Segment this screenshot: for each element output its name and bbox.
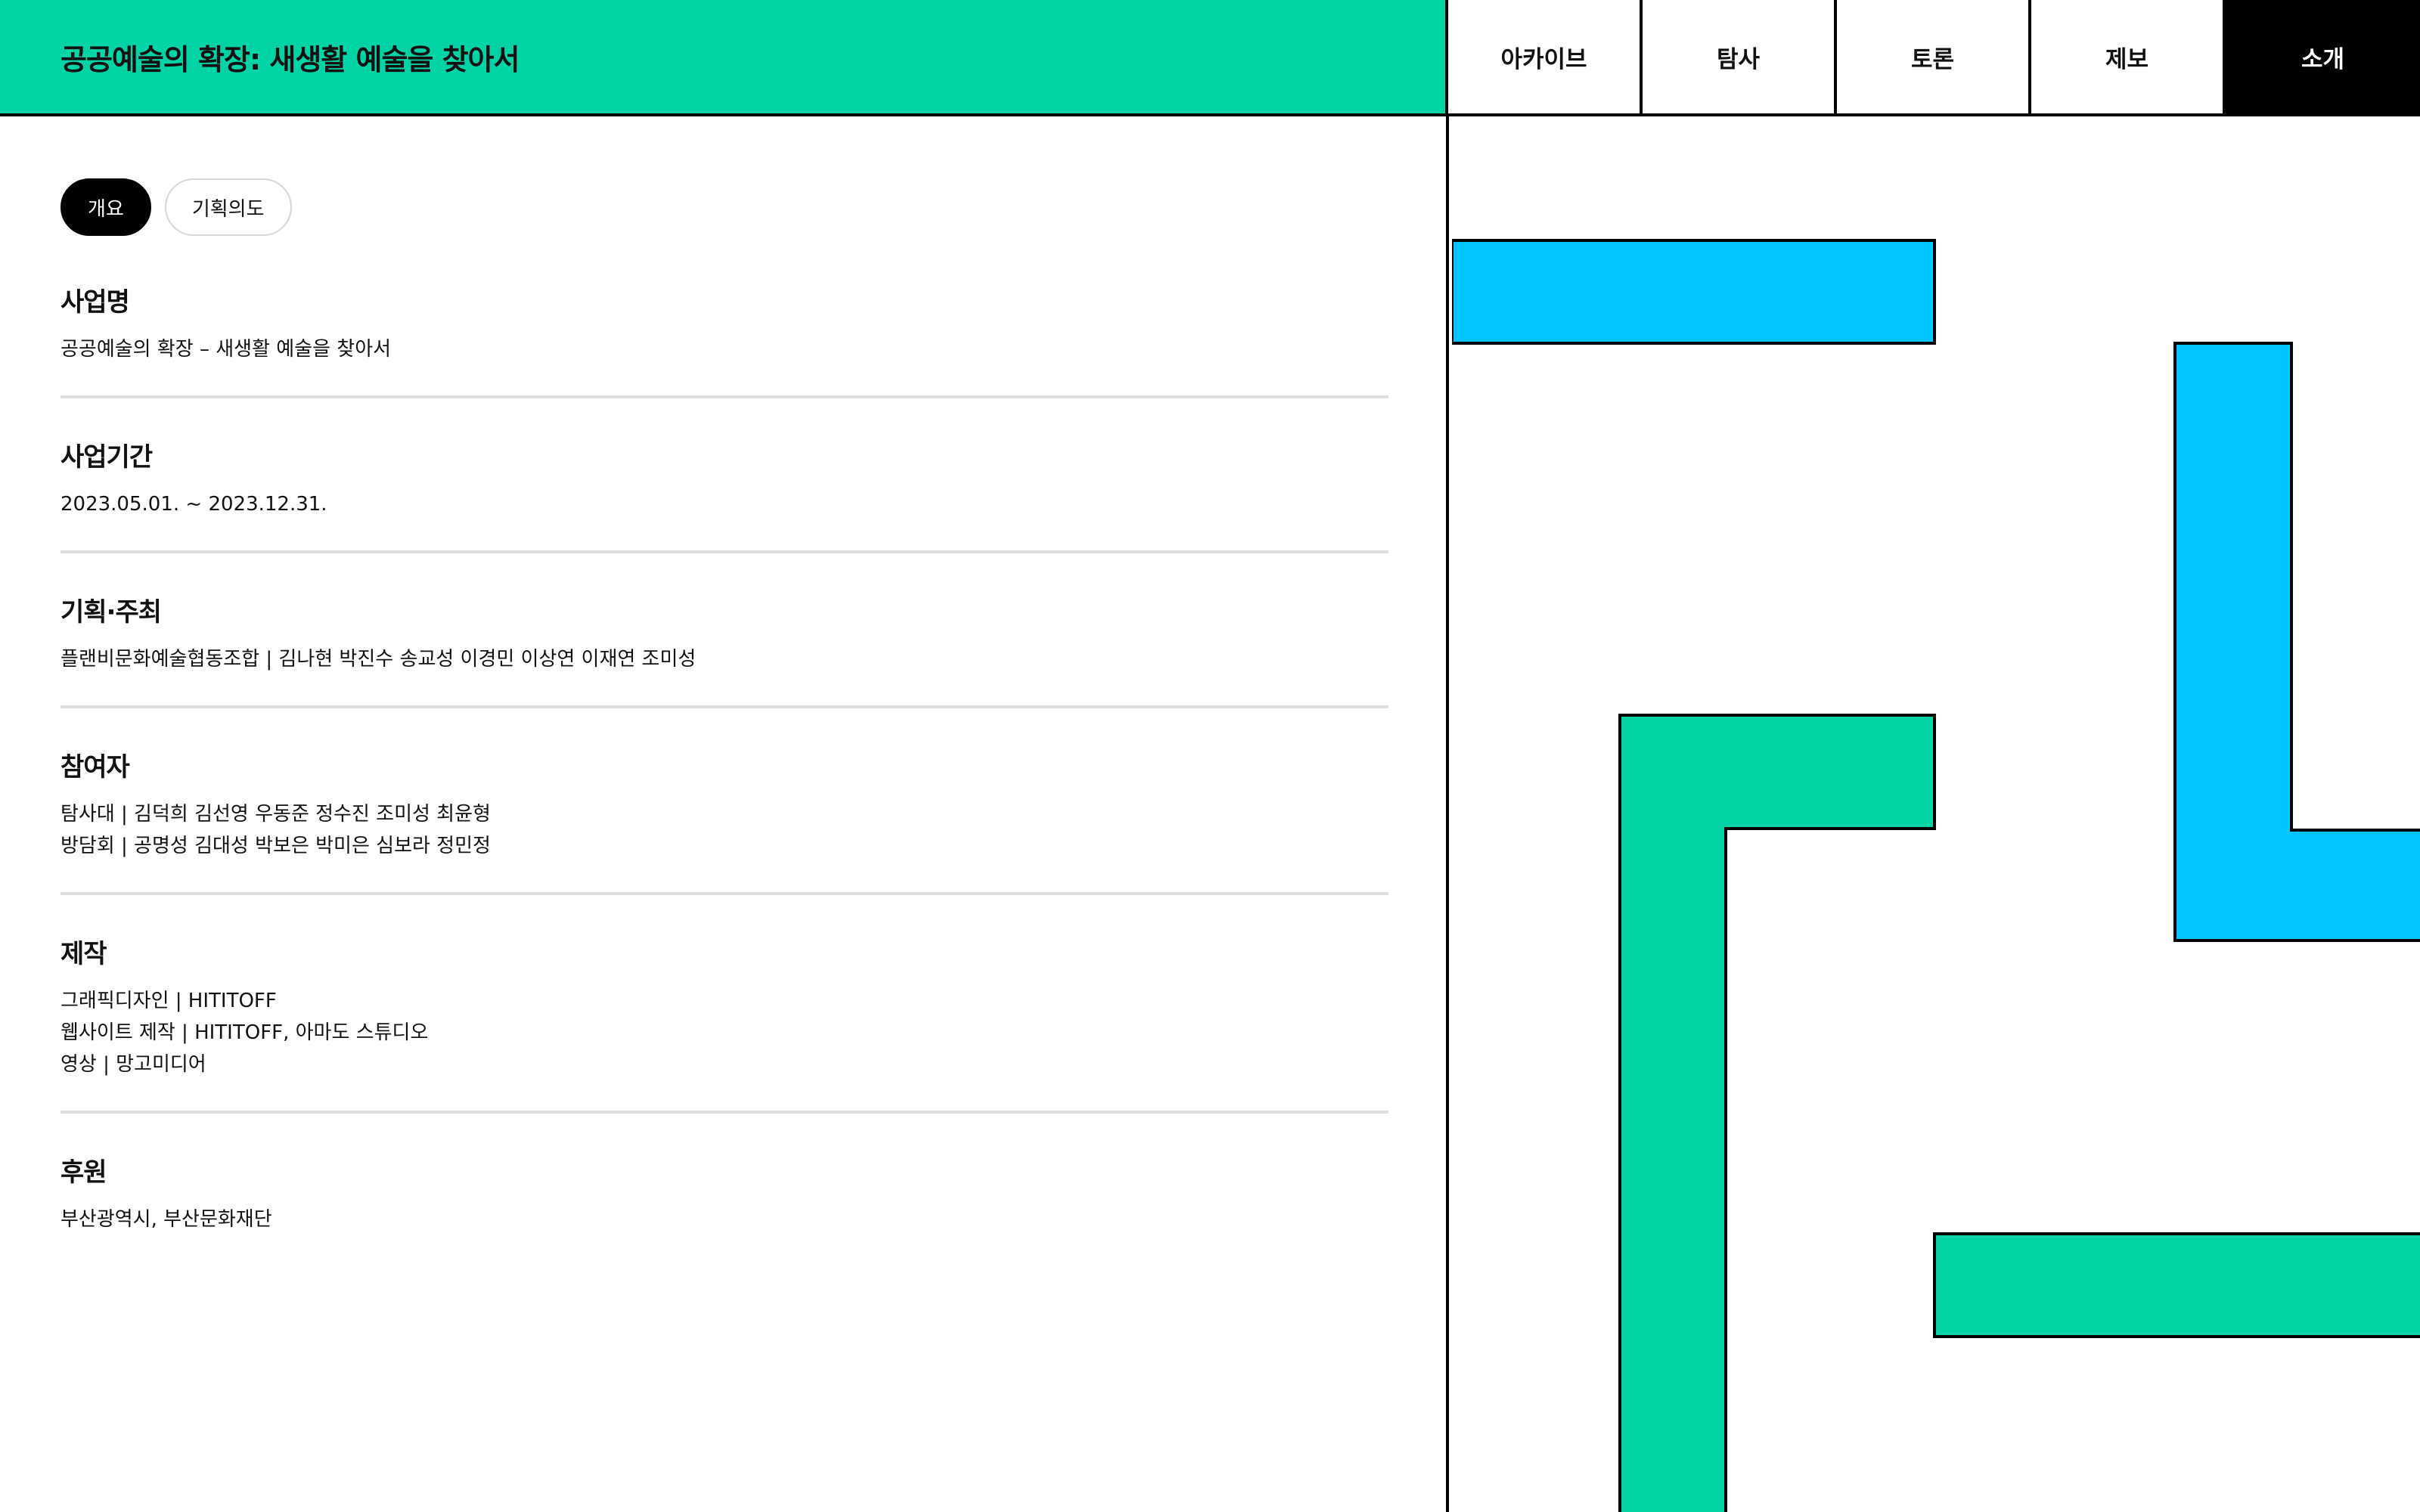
brand-bar[interactable]: 공공예술의 확장: 새생활 예술을 찾아서 xyxy=(0,0,1448,113)
geometric-pattern xyxy=(1452,239,2420,1512)
section-organizer: 기획·주최 플랜비문화예술협동조합 | 김나현 박진수 송교성 이경민 이상연 … xyxy=(60,591,1388,708)
section-text: 공공예술의 확장 – 새생활 예술을 찾아서 xyxy=(60,338,392,361)
section-heading: 기획·주최 xyxy=(60,597,162,627)
section-text: 영상 | 망고미디어 xyxy=(60,1053,206,1076)
section-text: 부산광역시, 부산문화재단 xyxy=(60,1208,272,1231)
nav-item-exploration[interactable]: 탐사 xyxy=(1643,0,1837,113)
tab-planning-intent[interactable]: 기획의도 xyxy=(164,178,292,236)
about-panel: 개요 기획의도 사업명 공공예술의 확장 – 새생활 예술을 찾아서 사업기간 … xyxy=(0,116,1449,1512)
blue-l-shape xyxy=(2173,342,2420,942)
site-title[interactable]: 공공예술의 확장: 새생활 예술을 찾아서 xyxy=(60,36,520,78)
section-text: 플랜비문화예술협동조합 | 김나현 박진수 송교성 이경민 이상연 이재연 조미… xyxy=(60,648,697,671)
section-text: 방담회 | 공명성 김대성 박보은 박미은 심보라 정민정 xyxy=(60,835,491,857)
nav-item-discussion[interactable]: 토론 xyxy=(1837,0,2031,113)
section-project-name: 사업명 공공예술의 확장 – 새생활 예술을 찾아서 xyxy=(60,281,1388,398)
nav-item-about[interactable]: 소개 xyxy=(2226,0,2420,113)
green-bar-bottom xyxy=(1933,1232,2420,1338)
blue-bar-top xyxy=(1452,239,1936,345)
section-participants: 참여자 탐사대 | 김덕희 김선영 우동준 정수진 조미성 최윤형 방담회 | … xyxy=(60,746,1388,895)
section-text: 탐사대 | 김덕희 김선영 우동준 정수진 조미성 최윤형 xyxy=(60,803,491,826)
nav-item-report[interactable]: 제보 xyxy=(2031,0,2226,113)
section-heading: 후원 xyxy=(60,1157,107,1188)
about-tabs: 개요 기획의도 xyxy=(60,178,292,236)
section-heading: 제작 xyxy=(60,939,107,969)
section-heading: 사업기간 xyxy=(60,442,153,472)
tab-overview[interactable]: 개요 xyxy=(60,178,151,236)
section-sponsor: 후원 부산광역시, 부산문화재단 xyxy=(60,1151,1388,1266)
section-text: 2023.05.01. ~ 2023.12.31. xyxy=(60,493,327,516)
decorative-artwork xyxy=(1452,116,2420,1512)
main-nav: 아카이브 탐사 토론 제보 소개 xyxy=(1448,0,2420,113)
section-heading: 참여자 xyxy=(60,752,130,782)
site-header: 공공예술의 확장: 새생활 예술을 찾아서 아카이브 탐사 토론 제보 소개 xyxy=(0,0,2420,116)
overview-sections: 사업명 공공예술의 확장 – 새생활 예술을 찾아서 사업기간 2023.05.… xyxy=(60,281,1388,1303)
green-l-shape xyxy=(1618,714,1936,1512)
section-production: 제작 그래픽디자인 | HITITOFF 웹사이트 제작 | HITITOFF,… xyxy=(60,933,1388,1114)
section-text: 그래픽디자인 | HITITOFF xyxy=(60,990,277,1012)
section-text: 웹사이트 제작 | HITITOFF, 아마도 스튜디오 xyxy=(60,1021,429,1044)
section-project-period: 사업기간 2023.05.01. ~ 2023.12.31. xyxy=(60,436,1388,553)
section-heading: 사업명 xyxy=(60,287,130,318)
nav-item-archive[interactable]: 아카이브 xyxy=(1448,0,1643,113)
